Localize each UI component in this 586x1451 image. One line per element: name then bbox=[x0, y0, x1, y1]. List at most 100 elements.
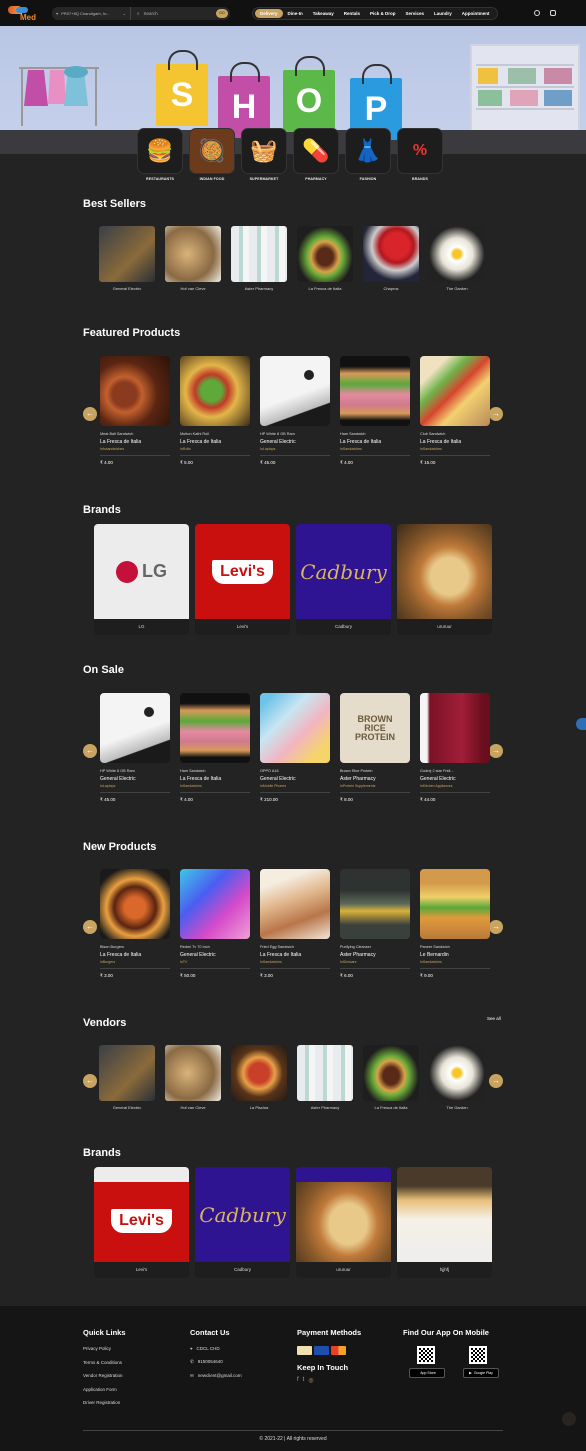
on-sale-prev-arrow[interactable]: ← bbox=[83, 744, 97, 758]
vendors-next-arrow[interactable]: → bbox=[489, 1074, 503, 1088]
brand-card[interactable]: ururuur bbox=[397, 524, 492, 635]
cart-icon[interactable] bbox=[550, 10, 556, 16]
product-image bbox=[420, 356, 490, 426]
tab-appointment[interactable]: Appointment bbox=[457, 9, 495, 18]
app-heading: Find Our App On Mobile bbox=[403, 1328, 489, 1337]
seller-card[interactable]: Aster Pharmacy bbox=[231, 226, 287, 291]
footer-link-privacy[interactable]: Privacy Policy bbox=[83, 1346, 126, 1351]
on-sale-title: On Sale bbox=[83, 664, 124, 676]
brand-card[interactable]: ururuur bbox=[296, 1167, 391, 1278]
brand-logo[interactable]: Med bbox=[6, 4, 42, 22]
vendor-card[interactable]: La Piscina bbox=[231, 1045, 287, 1110]
product-card[interactable]: HP White 8 GB Ram General Electric InLap… bbox=[100, 693, 170, 803]
product-card[interactable]: HP White 8 GB Ram General Electric InLap… bbox=[260, 356, 330, 466]
vendors-see-all-link[interactable]: See all bbox=[487, 1016, 501, 1021]
product-card[interactable]: Ham Sandwich La Fresca de Italia InSandw… bbox=[180, 693, 250, 803]
category-indian-food[interactable]: 🥘 INDIAN FOOD bbox=[189, 128, 235, 181]
product-card[interactable]: Ham Sandwich La Fresca de Italia InSandw… bbox=[340, 356, 410, 466]
category-pharmacy[interactable]: 💊 PHARMACY bbox=[293, 128, 339, 181]
contact-phone[interactable]: 9150054640 bbox=[198, 1359, 223, 1365]
product-card[interactable]: Redmi Tv 70 Inch General Electric InTV ₹… bbox=[180, 869, 250, 979]
category-supermarket[interactable]: 🧺 SUPERMARKET bbox=[241, 128, 287, 181]
featured-next-arrow[interactable]: → bbox=[489, 407, 503, 421]
tab-delivery[interactable]: Delivery bbox=[255, 8, 283, 18]
user-icon[interactable] bbox=[534, 10, 540, 16]
google-play-button[interactable]: ▶ Google Play bbox=[463, 1368, 499, 1378]
store-shelf-illustration bbox=[470, 44, 580, 132]
instagram-icon[interactable]: ◎ bbox=[308, 1377, 313, 1384]
tab-dine-in[interactable]: Dine-In bbox=[283, 9, 308, 18]
product-card[interactable]: Mutton Kathi Roll La Fresca de Italia In… bbox=[180, 356, 250, 466]
category-brands[interactable]: % BRANDS bbox=[397, 128, 443, 181]
seller-image bbox=[297, 226, 353, 282]
brand-card[interactable]: Cadbury Cadbury bbox=[195, 1167, 290, 1278]
seller-card[interactable]: General Electric bbox=[99, 226, 155, 291]
product-card[interactable]: OPPO A16 General Electric InMobile Phone… bbox=[260, 693, 330, 803]
best-sellers-title: Best Sellers bbox=[83, 198, 146, 210]
chat-widget-button[interactable] bbox=[576, 718, 586, 730]
footer-link-driver-registration[interactable]: Driver Registration bbox=[83, 1400, 126, 1405]
location-selector[interactable]: ⌖ PR07+8Q Chandigarh, In... ⌄ bbox=[52, 6, 130, 20]
payment-heading: Payment Methods bbox=[297, 1328, 362, 1337]
footer-link-vendor-registration[interactable]: Vendor Registration bbox=[83, 1373, 126, 1378]
brand-card[interactable]: Levi's Levi's bbox=[94, 1167, 189, 1278]
brand-card[interactable]: hjjhfj bbox=[397, 1167, 492, 1278]
brand-card[interactable]: Levi's Levi's bbox=[195, 524, 290, 635]
vendor-card[interactable]: The Garden bbox=[429, 1045, 485, 1110]
new-products-title: New Products bbox=[83, 841, 157, 853]
brand-card[interactable]: LG LG bbox=[94, 524, 189, 635]
new-products-next-arrow[interactable]: → bbox=[489, 920, 503, 934]
product-image bbox=[260, 693, 330, 763]
tab-pick-drop[interactable]: Pick & Drop bbox=[365, 9, 401, 18]
featured-products-row: Meat Ball Sandwich La Fresca de Italia I… bbox=[100, 356, 490, 466]
search-input[interactable]: ⌕ Search GO bbox=[130, 6, 230, 20]
twitter-icon[interactable]: t bbox=[303, 1377, 305, 1384]
tab-services[interactable]: Services bbox=[400, 9, 429, 18]
vendor-card[interactable]: La Fresca de Italia bbox=[363, 1045, 419, 1110]
product-card[interactable]: Club Sandwich La Fresca de Italia InSand… bbox=[420, 356, 490, 466]
footer-link-terms[interactable]: Terms & Conditions bbox=[83, 1360, 126, 1365]
featured-prev-arrow[interactable]: ← bbox=[83, 407, 97, 421]
vendor-card[interactable]: Hof van Cleve bbox=[165, 1045, 221, 1110]
play-icon: ▶ bbox=[469, 1371, 472, 1375]
contact-email[interactable]: newclient@gmail.com bbox=[198, 1373, 242, 1379]
vendor-card[interactable]: General Electric bbox=[99, 1045, 155, 1110]
amazon-pay-icon bbox=[297, 1346, 312, 1355]
location-pin-icon: ⌖ bbox=[190, 1346, 193, 1351]
vendor-card[interactable]: Aster Pharmacy bbox=[297, 1045, 353, 1110]
product-card[interactable]: Purifying Cleanser Aster Pharmacy InSkin… bbox=[340, 869, 410, 979]
brand-logo-levis: Levi's bbox=[195, 524, 290, 619]
product-card[interactable]: Godrej 2 star Fridi... General Electric … bbox=[420, 693, 490, 803]
seller-card[interactable]: La Fresca de Italia bbox=[297, 226, 353, 291]
tab-rentals[interactable]: Rentals bbox=[339, 9, 365, 18]
scroll-top-button[interactable] bbox=[562, 1412, 576, 1426]
app-store-button[interactable]: App Store bbox=[409, 1368, 445, 1378]
seller-card[interactable]: The Garden bbox=[429, 226, 485, 291]
tab-laundry[interactable]: Laundry bbox=[429, 9, 457, 18]
new-products-prev-arrow[interactable]: ← bbox=[83, 920, 97, 934]
vendors-prev-arrow[interactable]: ← bbox=[83, 1074, 97, 1088]
mail-icon: ✉ bbox=[190, 1373, 194, 1378]
footer-link-application-form[interactable]: Application Form bbox=[83, 1387, 126, 1392]
facebook-icon[interactable]: f bbox=[297, 1377, 299, 1384]
on-sale-next-arrow[interactable]: → bbox=[489, 744, 503, 758]
seller-card[interactable]: Hof van Cleve bbox=[165, 226, 221, 291]
keep-in-touch-heading: Keep In Touch bbox=[297, 1363, 349, 1372]
vendors-title: Vendors bbox=[83, 1017, 127, 1029]
best-sellers-row: General Electric Hof van Cleve Aster Pha… bbox=[99, 226, 485, 291]
product-card[interactable]: Bison Burgers La Fresca de Italia InBurg… bbox=[100, 869, 170, 979]
product-image bbox=[180, 869, 250, 939]
category-fashion[interactable]: 👗 FASHION bbox=[345, 128, 391, 181]
product-card[interactable]: BROWN RICE PROTEIN Brown Rice Protein Aste… bbox=[340, 693, 410, 803]
search-go-button[interactable]: GO bbox=[216, 8, 228, 18]
brand-image-food bbox=[397, 524, 492, 619]
product-image bbox=[260, 356, 330, 426]
product-card[interactable]: Meat Ball Sandwich La Fresca de Italia I… bbox=[100, 356, 170, 466]
tab-takeaway[interactable]: Takeaway bbox=[308, 9, 339, 18]
footer-quick-links: Quick Links Privacy Policy Terms & Condi… bbox=[83, 1328, 126, 1414]
product-card[interactable]: Paneer Sandwich Le Bernardin InSandwiche… bbox=[420, 869, 490, 979]
brand-card[interactable]: Cadbury Cadbury bbox=[296, 524, 391, 635]
category-restaurants[interactable]: 🍔 RESTAURANTS bbox=[137, 128, 183, 181]
product-card[interactable]: Fried Egg Sandwich La Fresca de Italia I… bbox=[260, 869, 330, 979]
seller-card[interactable]: Chapros bbox=[363, 226, 419, 291]
